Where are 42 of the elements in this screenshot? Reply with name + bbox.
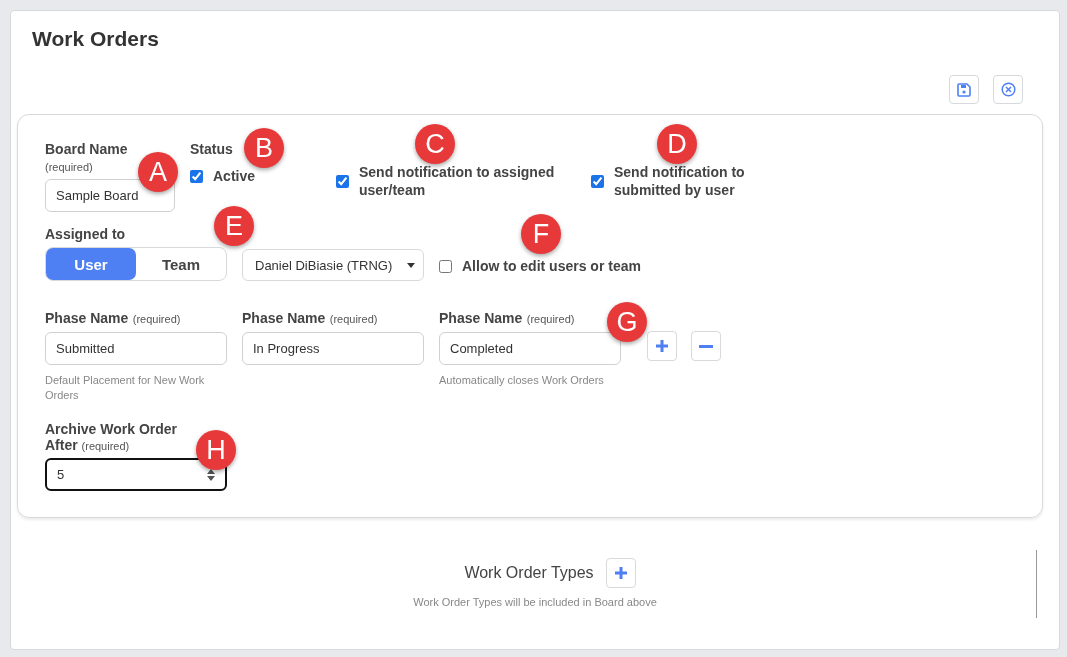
checkbox-label: Send notification to submitted by user	[614, 163, 746, 199]
caret-icon	[407, 262, 415, 268]
close-button[interactable]	[993, 75, 1023, 104]
close-icon	[1000, 82, 1016, 97]
help-text: Default Placement for New Work Orders	[45, 373, 206, 403]
plus-icon	[613, 566, 628, 580]
field-label: Board Name	[45, 141, 128, 157]
checkbox-label: Allow to edit users or team	[462, 257, 641, 275]
user-dropdown[interactable]: Daniel DiBiasie (TRNG)	[242, 249, 424, 281]
checkbox[interactable]	[591, 174, 604, 188]
field-label: Archive Work Order After (required)	[45, 421, 178, 453]
save-button[interactable]	[949, 75, 979, 104]
help-text: Automatically closes Work Orders	[439, 373, 605, 388]
help-text: Work Order Types will be included in Board above	[413, 596, 657, 608]
field-label: Status	[190, 141, 233, 157]
field-label: Assigned to	[45, 226, 126, 242]
field-hint: (required)	[132, 313, 181, 325]
segment-button[interactable]: Team	[136, 248, 226, 280]
field-label: Phase Name	[242, 310, 326, 326]
field-label: Phase Name	[439, 310, 523, 326]
checkbox[interactable]	[336, 174, 349, 188]
field-hint: (required)	[526, 313, 575, 325]
checkbox[interactable]	[439, 259, 452, 273]
phase-name-field[interactable]: Submitted	[45, 332, 227, 365]
field-label: Phase Name	[45, 310, 129, 326]
page-title: Work Orders	[32, 27, 160, 51]
add-button[interactable]	[605, 558, 636, 588]
checkbox[interactable]	[190, 169, 203, 183]
remove-button[interactable]	[691, 331, 721, 361]
minus-icon	[699, 344, 713, 348]
segment-button[interactable]: User	[46, 248, 136, 280]
checkbox-label: Active	[213, 167, 256, 185]
add-button[interactable]	[647, 331, 677, 361]
archive-days-field[interactable]: 5	[45, 458, 227, 491]
phase-name-field[interactable]: Completed	[439, 332, 621, 365]
field-hint: (required)	[329, 313, 378, 325]
field-hint: (required)	[45, 161, 93, 173]
phase-name-field[interactable]: In Progress	[242, 332, 424, 365]
plus-icon	[655, 339, 669, 353]
checkbox-label: Send notification to assigned user/team	[359, 163, 556, 199]
spinner-icon	[207, 469, 215, 481]
section-title: Work Order Types	[464, 564, 594, 582]
